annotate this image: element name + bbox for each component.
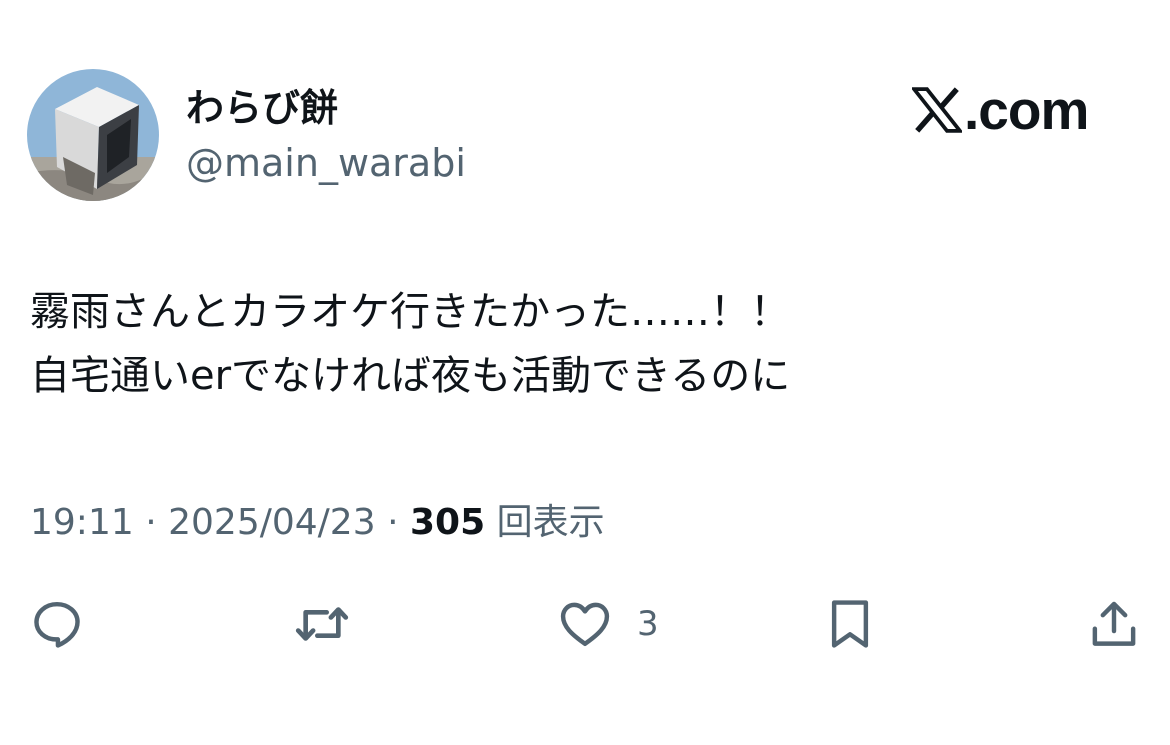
heart-icon xyxy=(560,602,610,647)
avatar[interactable] xyxy=(27,69,159,201)
meta-separator: · xyxy=(145,502,157,543)
post-time[interactable]: 19:11 xyxy=(30,502,134,543)
views-count: 305 xyxy=(409,502,486,543)
post-text: 霧雨さんとカラオケ行きたかった……！！ 自宅通いerでなければ夜も活動できるのに xyxy=(30,280,790,408)
reply-button[interactable] xyxy=(28,596,86,652)
x-logo-icon xyxy=(912,87,962,133)
repost-button[interactable] xyxy=(290,596,354,652)
reply-icon xyxy=(34,601,80,648)
like-button[interactable]: 3 xyxy=(555,596,659,652)
brand-domain-text: .com xyxy=(964,79,1089,141)
brand-logo: .com xyxy=(912,79,1089,141)
share-button[interactable] xyxy=(1085,596,1143,652)
post-meta: 19:11 · 2025/04/23 · 305 回表示 xyxy=(30,500,605,546)
views-label: 回表示 xyxy=(496,502,605,543)
tweet-card: わらび餅 @main_warabi .com 霧雨さんとカラオケ行きたかった……… xyxy=(0,0,1170,745)
avatar-image xyxy=(27,69,159,201)
like-count: 3 xyxy=(637,604,659,644)
bookmark-icon xyxy=(831,600,869,648)
meta-separator: · xyxy=(387,502,399,543)
post-text-line: 霧雨さんとカラオケ行きたかった……！！ xyxy=(30,289,790,335)
post-text-line: 自宅通いerでなければ夜も活動できるのに xyxy=(30,353,791,399)
repost-icon xyxy=(295,607,349,641)
post-date[interactable]: 2025/04/23 xyxy=(168,502,376,543)
bookmark-button[interactable] xyxy=(822,596,878,652)
display-name[interactable]: わらび餅 xyxy=(186,82,338,134)
share-icon xyxy=(1092,601,1136,646)
user-handle[interactable]: @main_warabi xyxy=(186,138,466,188)
